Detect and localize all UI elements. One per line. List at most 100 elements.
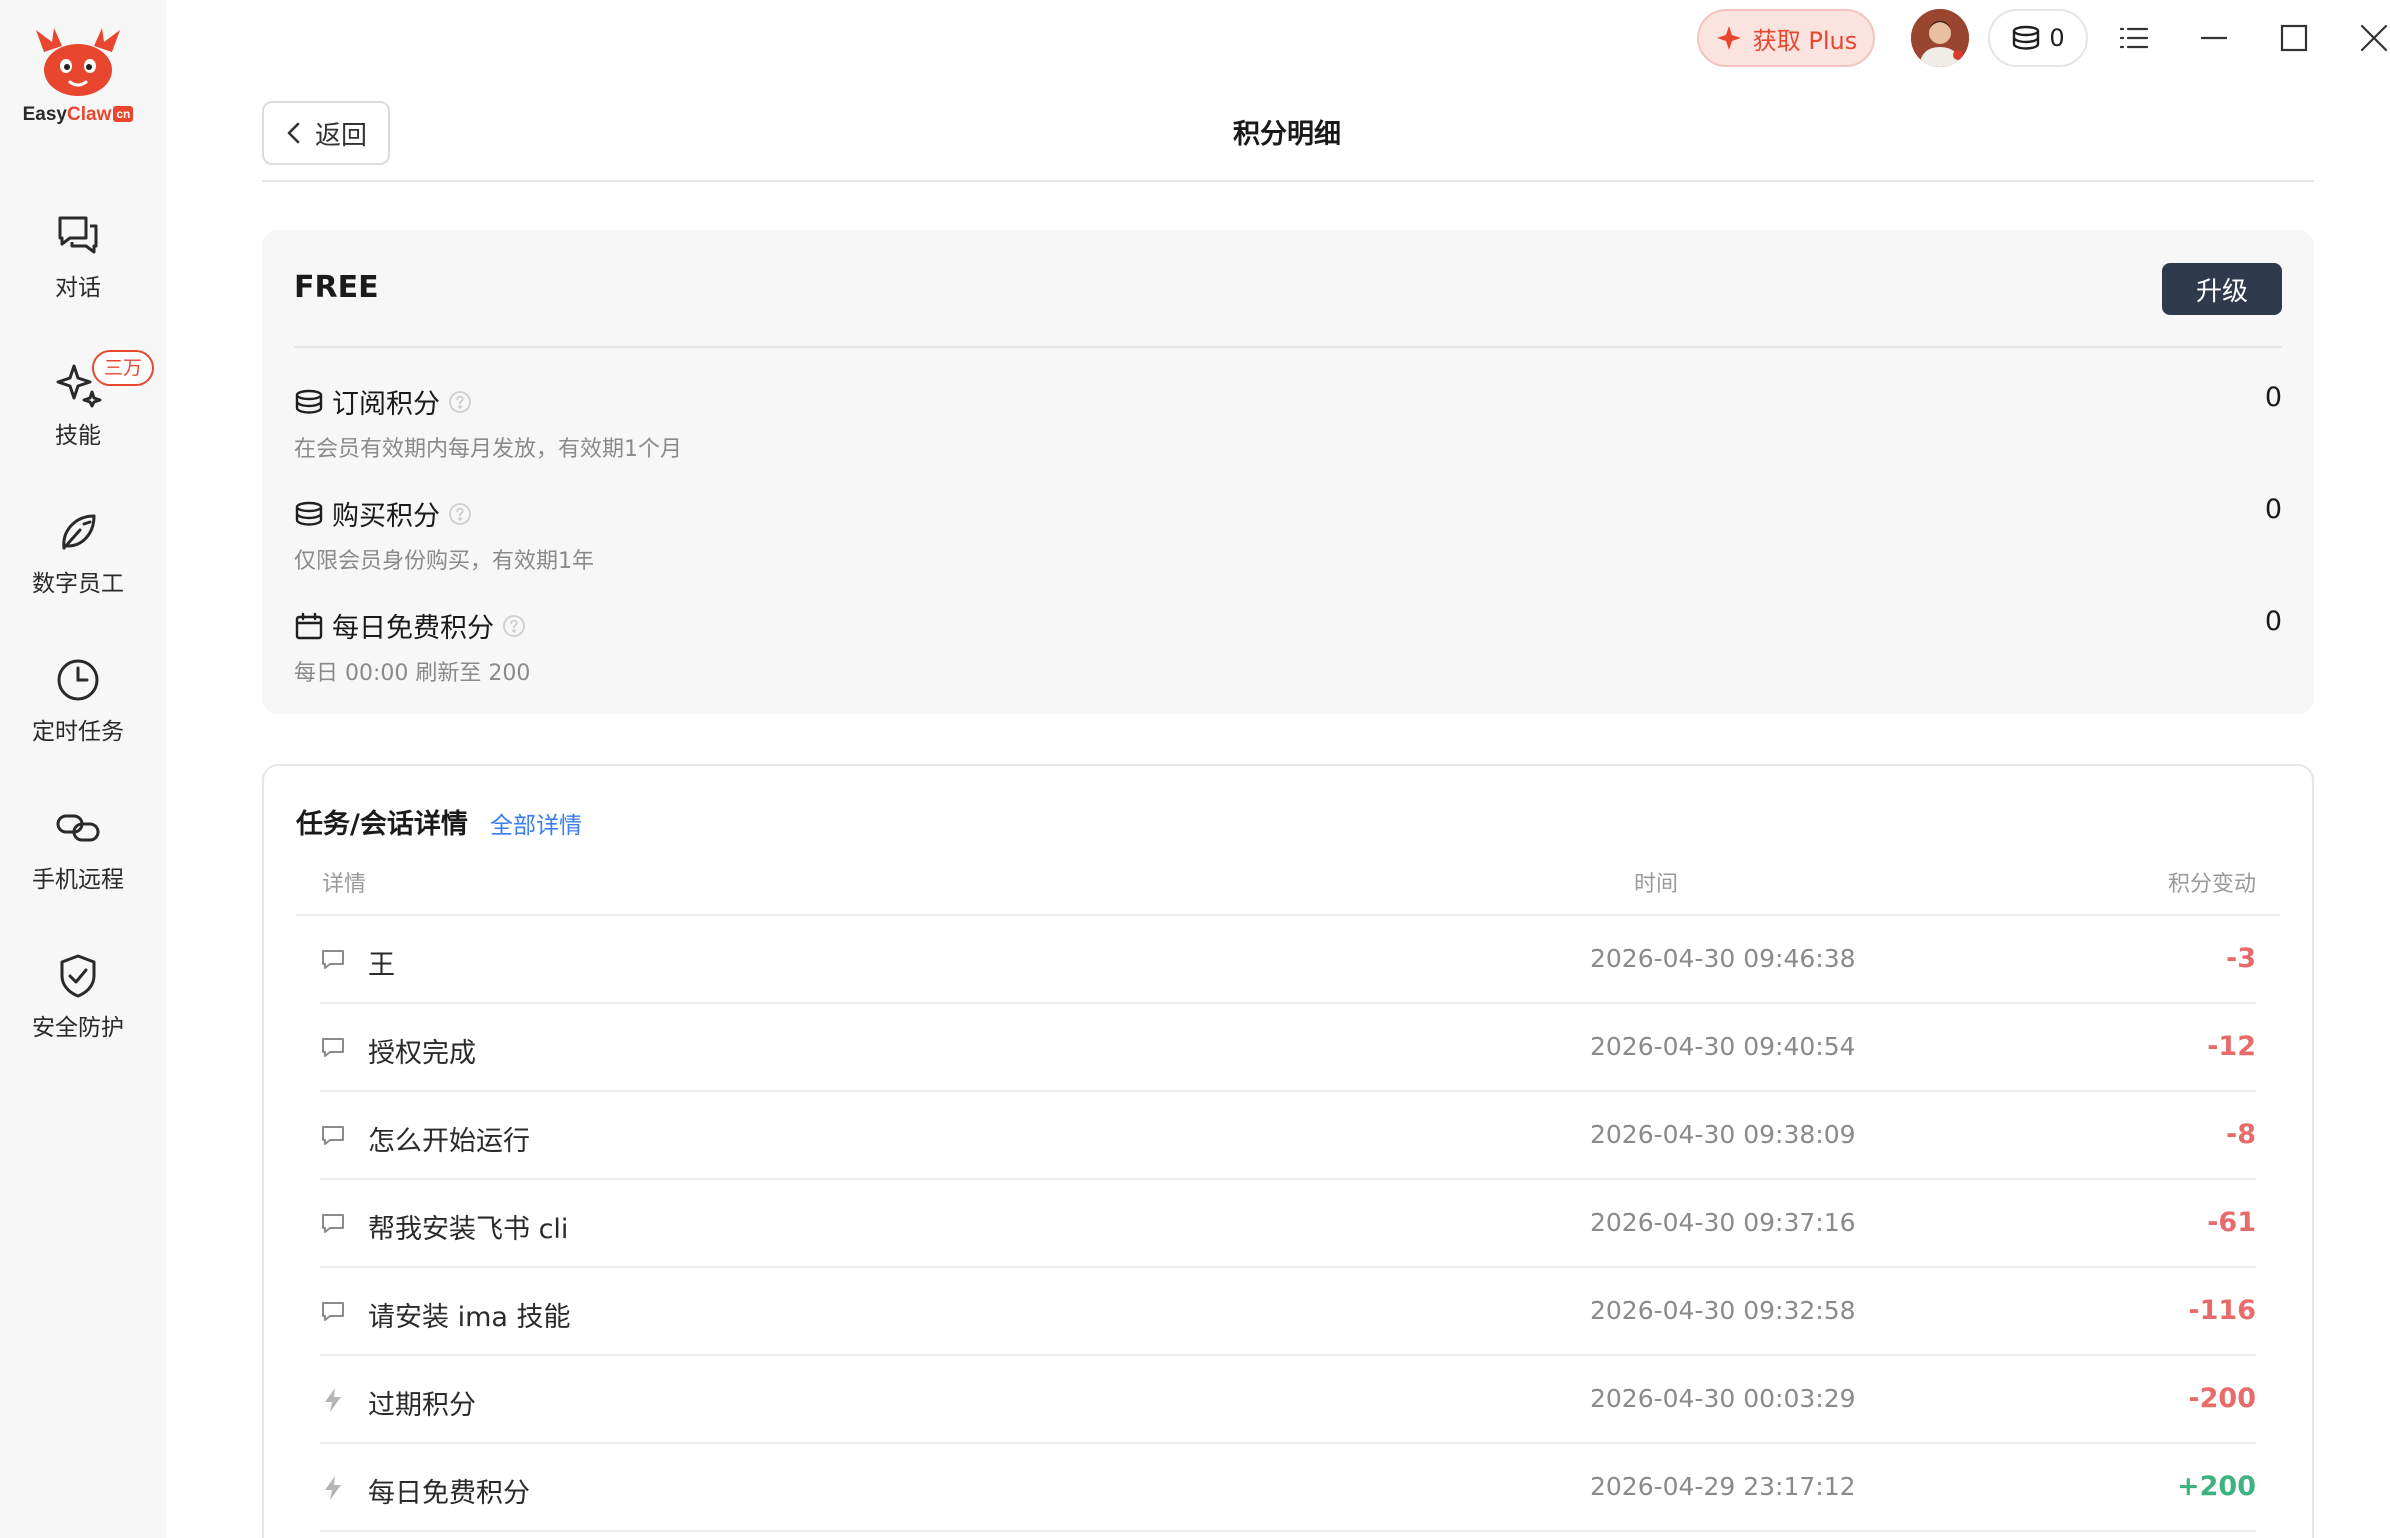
bolt-icon: [320, 1474, 346, 1506]
coins-icon: [295, 389, 323, 414]
help-icon[interactable]: [448, 502, 472, 526]
bolt-icon: [320, 1386, 346, 1418]
sidebar-item-label: 安全防护: [32, 1015, 124, 1041]
credit-value: 0: [2264, 494, 2282, 525]
close-icon: [2360, 24, 2388, 52]
table-row[interactable]: 王 2026-04-30 09:46:38 -3: [320, 916, 2256, 1004]
upgrade-button[interactable]: 升级: [2162, 263, 2282, 315]
sidebar-item-label: 定时任务: [32, 719, 124, 745]
back-button[interactable]: 返回: [262, 101, 390, 165]
list-menu-icon: [2119, 27, 2149, 49]
page-title: 积分明细: [1233, 119, 1341, 150]
minimize-button[interactable]: [2190, 14, 2238, 62]
chat-icon: [320, 946, 346, 976]
credit-row-subscription: 订阅积分 在会员有效期内每月发放，有效期1个月 0: [294, 382, 2282, 462]
maximize-icon: [2280, 24, 2308, 52]
row-detail: 怎么开始运行: [368, 1126, 530, 1157]
coins-icon: [295, 501, 323, 526]
credit-description: 每日 00:00 刷新至 200: [294, 661, 531, 686]
shield-check-icon: [60, 954, 96, 998]
section-title: 任务/会话详情: [296, 809, 468, 840]
get-plus-button[interactable]: 获取 Plus: [1697, 9, 1875, 67]
plan-name: FREE: [294, 270, 379, 305]
tasks-detail-card: 任务/会话详情 全部详情 详情 时间 积分变动 王 2026-04-30 09:4…: [262, 764, 2314, 1538]
row-credit-change: -12: [2207, 1031, 2256, 1062]
row-time: 2026-04-29 23:17:12: [1590, 1472, 1856, 1501]
row-detail: 过期积分: [368, 1390, 476, 1421]
coins-balance[interactable]: 0: [1988, 9, 2088, 67]
credit-description: 仅限会员身份购买，有效期1年: [294, 549, 594, 574]
credit-title: 购买积分: [332, 501, 440, 532]
row-detail: 帮我安装飞书 cli: [368, 1214, 569, 1245]
header-divider: [262, 180, 2314, 182]
credits-summary-card: FREE 升级 订阅积分 在会员有效期内每月发放，有效期1个月 0 购买积分 仅…: [262, 230, 2314, 714]
chat-icon: [320, 1122, 346, 1152]
row-detail: 每日免费积分: [368, 1478, 530, 1509]
close-button[interactable]: [2350, 14, 2390, 62]
row-detail: 王: [368, 950, 395, 981]
sidebar-item-label: 数字员工: [32, 571, 124, 597]
sidebar-item-label: 技能: [55, 423, 101, 449]
sidebar-item-chat[interactable]: 对话: [0, 212, 156, 302]
help-icon[interactable]: [448, 390, 472, 414]
table-row[interactable]: 过期积分 2026-04-30 00:03:29 -200: [320, 1356, 2256, 1444]
sidebar-item-label: 对话: [55, 275, 101, 301]
app-logo[interactable]: EasyClaw cn: [0, 22, 156, 126]
column-header-detail: 详情: [322, 872, 367, 897]
credit-row-purchased: 购买积分 仅限会员身份购买，有效期1年 0: [294, 494, 2282, 574]
maximize-button[interactable]: [2270, 14, 2318, 62]
chat-icon: [320, 1034, 346, 1064]
column-header-time: 时间: [1634, 872, 1679, 897]
row-time: 2026-04-30 09:38:09: [1590, 1120, 1856, 1149]
row-time: 2026-04-30 09:40:54: [1590, 1032, 1856, 1061]
table-row[interactable]: 授权完成 2026-04-30 09:40:54 -12: [320, 1004, 2256, 1092]
credit-value: 0: [2264, 606, 2282, 637]
chat-bubbles-icon: [58, 216, 98, 254]
credit-value: 0: [2264, 382, 2282, 413]
sparkle-icon: [1716, 26, 1741, 50]
sidebar-item-remote[interactable]: 手机远程: [0, 804, 156, 894]
row-credit-change: -200: [2188, 1383, 2256, 1414]
chat-icon: [320, 1298, 346, 1328]
get-plus-label: 获取 Plus: [1752, 26, 1858, 55]
credit-title: 订阅积分: [332, 389, 440, 420]
sidebar: EasyClaw cn 对话 三万 技能 数字员工 定时任务 手机远程 安全防护: [0, 0, 166, 1538]
credit-title: 每日免费积分: [332, 613, 494, 644]
user-avatar[interactable]: [1911, 9, 1969, 67]
sidebar-item-digital-staff[interactable]: 数字员工: [0, 508, 156, 598]
avatar-image-icon: [1911, 9, 1969, 67]
row-detail: 授权完成: [368, 1038, 476, 1069]
table-row[interactable]: 怎么开始运行 2026-04-30 09:38:09 -8: [320, 1092, 2256, 1180]
row-credit-change: -3: [2226, 943, 2256, 974]
row-credit-change: +200: [2177, 1471, 2256, 1502]
row-detail: 请安装 ima 技能: [368, 1302, 571, 1333]
sidebar-item-security[interactable]: 安全防护: [0, 952, 156, 1042]
chevron-left-icon: [287, 122, 300, 144]
row-time: 2026-04-30 09:32:58: [1590, 1296, 1856, 1325]
sidebar-item-scheduled[interactable]: 定时任务: [0, 656, 156, 746]
coins-value: 0: [2049, 24, 2065, 52]
menu-button[interactable]: [2110, 14, 2158, 62]
table-row[interactable]: 帮我安装飞书 cli 2026-04-30 09:37:16 -61: [320, 1180, 2256, 1268]
table-row[interactable]: 请安装 ima 技能 2026-04-30 09:32:58 -116: [320, 1268, 2256, 1356]
row-credit-change: -116: [2188, 1295, 2256, 1326]
row-credit-change: -61: [2207, 1207, 2256, 1238]
minimize-icon: [2201, 36, 2227, 40]
brand-name-part1: Easy: [22, 104, 67, 125]
row-time: 2026-04-30 09:46:38: [1590, 944, 1856, 973]
credit-row-daily-free: 每日免费积分 每日 00:00 刷新至 200 0: [294, 606, 2282, 686]
brand-suffix: cn: [113, 106, 134, 122]
row-credit-change: -8: [2226, 1119, 2256, 1150]
sidebar-item-skills[interactable]: 三万 技能: [0, 350, 156, 450]
back-label: 返回: [314, 120, 367, 151]
crab-logo-icon: [36, 28, 120, 96]
card-divider: [294, 346, 2282, 348]
brand-name-part2: Claw: [67, 104, 112, 125]
link-icon: [56, 814, 100, 842]
clock-icon: [57, 659, 99, 701]
column-header-change: 积分变动: [2167, 872, 2256, 897]
help-icon[interactable]: [502, 614, 526, 638]
sidebar-item-label: 手机远程: [32, 867, 124, 893]
all-details-link[interactable]: 全部详情: [490, 806, 582, 840]
table-row[interactable]: 每日免费积分 2026-04-29 23:17:12 +200: [320, 1444, 2256, 1532]
